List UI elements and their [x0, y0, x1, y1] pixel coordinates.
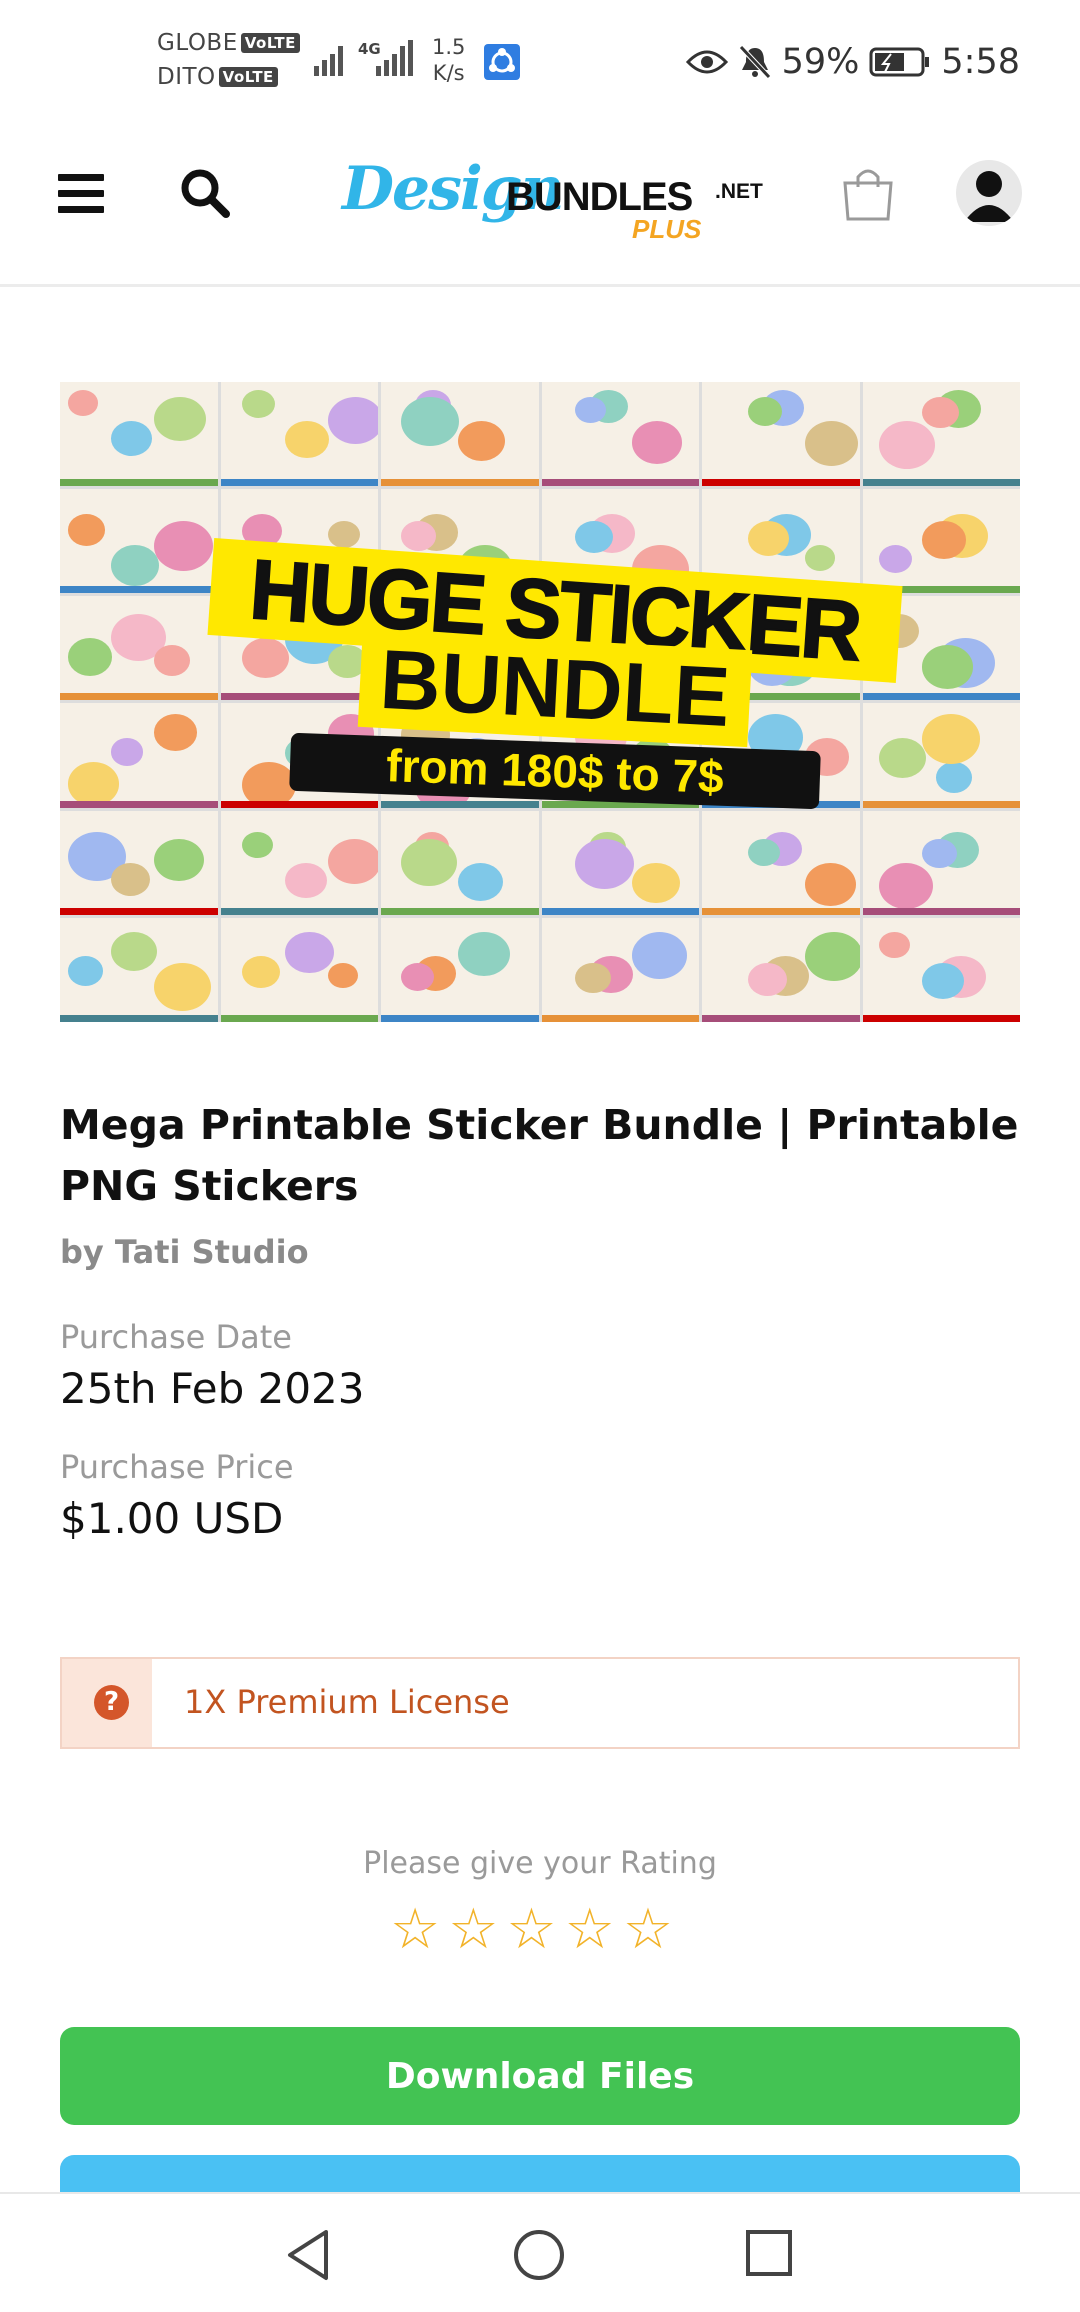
- back-icon[interactable]: [284, 2228, 334, 2282]
- share-app-icon: [484, 44, 520, 80]
- battery-icon: [869, 47, 930, 77]
- menu-icon[interactable]: [58, 174, 104, 214]
- sticker-tile: [60, 489, 218, 594]
- eye-icon: [685, 50, 728, 74]
- rating-stars[interactable]: ☆ ☆ ☆ ☆ ☆: [390, 1900, 690, 1960]
- site-header: Design BUNDLES .NET PLUS: [0, 120, 1080, 287]
- cart-icon[interactable]: [842, 165, 894, 223]
- sticker-tile: [60, 382, 218, 487]
- product-author[interactable]: by Tati Studio: [60, 1233, 309, 1271]
- status-right: 59% 5:58: [685, 38, 1020, 86]
- status-bar: GLOBE VoLTE DITO VoLTE 4G 1.5 K/s 59% 5:…: [0, 0, 1080, 120]
- avatar-icon[interactable]: [956, 160, 1022, 226]
- purchase-price-value: $1.00 USD: [60, 1494, 284, 1543]
- sticker-tile: [862, 382, 1020, 487]
- hero-banner: HUGE STICKER BUNDLE from 180$ to 7$: [207, 538, 903, 832]
- sticker-tile: [220, 917, 378, 1022]
- license-box[interactable]: ? 1X Premium License: [60, 1657, 1020, 1749]
- product-title: Mega Printable Sticker Bundle | Printabl…: [60, 1101, 1019, 1210]
- sticker-tile: [60, 596, 218, 701]
- carrier-globe: GLOBE VoLTE: [157, 30, 300, 56]
- clock: 5:58: [941, 42, 1020, 82]
- search-icon[interactable]: [178, 166, 234, 222]
- rating-label: Please give your Rating: [363, 1846, 717, 1881]
- carrier-dito: DITO VoLTE: [157, 64, 278, 90]
- purchase-price-label: Purchase Price: [60, 1448, 294, 1486]
- star-icon-2[interactable]: ☆: [448, 1900, 498, 1960]
- sticker-tile: [702, 382, 860, 487]
- sticker-tile: [220, 382, 378, 487]
- sticker-tile: [60, 917, 218, 1022]
- purchase-date-value: 25th Feb 2023: [60, 1364, 365, 1413]
- hero-line2: BUNDLE: [357, 629, 753, 748]
- signal-icon-2: [376, 40, 413, 76]
- purchase-date-label: Purchase Date: [60, 1318, 292, 1356]
- recents-icon[interactable]: [744, 2228, 794, 2278]
- sticker-tile: [541, 382, 699, 487]
- home-icon[interactable]: [512, 2228, 566, 2282]
- download-files-button[interactable]: Download Files: [60, 2027, 1020, 2125]
- battery-percent: 59%: [781, 42, 860, 82]
- sticker-tile: [702, 917, 860, 1022]
- sticker-tile: [60, 810, 218, 915]
- sticker-tile: [862, 917, 1020, 1022]
- system-nav-bar: [0, 2192, 1080, 2312]
- site-logo[interactable]: Design BUNDLES .NET PLUS: [342, 154, 782, 254]
- mute-bell-icon: [738, 45, 771, 79]
- sticker-tile: [381, 382, 539, 487]
- network-speed: 1.5 K/s: [432, 35, 466, 85]
- sticker-tile: [541, 917, 699, 1022]
- star-icon-5[interactable]: ☆: [623, 1900, 673, 1960]
- star-icon-4[interactable]: ☆: [565, 1900, 615, 1960]
- signal-icon: [314, 46, 343, 76]
- sticker-tile: [381, 917, 539, 1022]
- sticker-tile: [60, 703, 218, 808]
- star-icon-3[interactable]: ☆: [506, 1900, 556, 1960]
- product-image[interactable]: HUGE STICKER BUNDLE from 180$ to 7$: [60, 382, 1020, 1022]
- star-icon-1[interactable]: ☆: [390, 1900, 440, 1960]
- help-icon[interactable]: ?: [62, 1659, 152, 1747]
- license-text: 1X Premium License: [184, 1683, 510, 1721]
